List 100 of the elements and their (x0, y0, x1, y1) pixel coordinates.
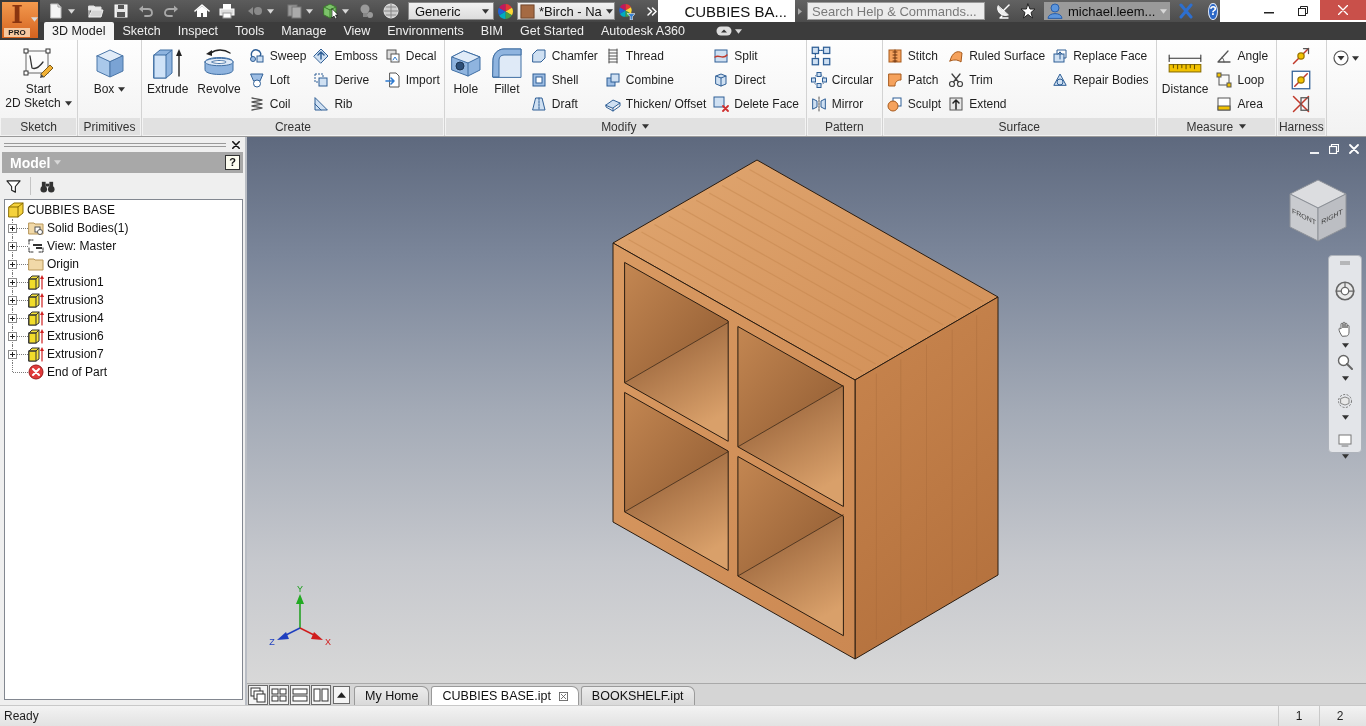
tree-item[interactable]: Origin (28, 256, 81, 272)
tool-button[interactable]: Extend (948, 92, 1007, 116)
tool-button[interactable]: Sculpt (886, 92, 942, 116)
ribbon-tab[interactable]: Tools (227, 22, 273, 40)
tool-button[interactable]: Extrude (146, 40, 190, 118)
double-chevron-icon[interactable] (647, 6, 658, 16)
restore-icon[interactable] (1298, 6, 1308, 16)
help-button[interactable]: ? (1208, 2, 1218, 20)
tool-button[interactable]: Patch (886, 68, 939, 92)
hand-icon[interactable] (1337, 321, 1353, 337)
expander-icon[interactable] (8, 349, 17, 359)
caret-icon[interactable] (735, 28, 742, 34)
star-icon[interactable] (1020, 3, 1036, 19)
help-button[interactable]: ? (225, 155, 240, 170)
tool-button[interactable]: Direct (713, 68, 766, 92)
tree-item[interactable]: Extrusion4 (28, 310, 106, 326)
color-wheel-icon[interactable] (497, 2, 514, 20)
expander-icon[interactable] (8, 331, 17, 341)
tool-button[interactable]: Delete Face (713, 92, 799, 116)
tool-button[interactable]: Derive (313, 68, 370, 92)
caret-icon[interactable] (1239, 124, 1247, 129)
caret-icon[interactable] (342, 8, 349, 14)
cascade-windows-icon[interactable] (248, 684, 268, 705)
tool-button[interactable]: Circular (810, 68, 874, 92)
tool-button[interactable]: Draft (530, 92, 578, 116)
cube-ring-icon[interactable] (1337, 393, 1353, 409)
document-tab[interactable]: BOOKSHELF.ipt (580, 686, 695, 705)
tool-button[interactable]: Angle (1216, 44, 1269, 68)
caret-icon[interactable] (1341, 343, 1349, 348)
expander-icon[interactable] (8, 313, 17, 323)
ribbon-tab[interactable]: Get Started (511, 22, 592, 40)
ribbon-tab[interactable]: Autodesk A360 (592, 22, 693, 40)
ribbon-tab[interactable]: 3D Model (44, 22, 114, 40)
ribbon-tab[interactable]: View (335, 22, 379, 40)
tool-button[interactable]: Trim (948, 68, 993, 92)
tool-button[interactable]: Thicken/ Offset (604, 92, 707, 116)
save-icon[interactable] (113, 3, 129, 19)
tree-item[interactable]: Extrusion7 (28, 346, 106, 362)
tool-button[interactable]: Replace Face (1052, 44, 1148, 68)
stacked-windows-icon[interactable] (290, 684, 310, 705)
tool-button[interactable]: Start 2D Sketch (4, 40, 73, 118)
tool-button[interactable]: Box (92, 40, 127, 118)
panel-title[interactable]: Modify (601, 119, 637, 134)
tool-button[interactable]: Stitch (886, 44, 938, 68)
caret-icon[interactable] (68, 8, 75, 14)
caret-icon[interactable] (1341, 376, 1349, 381)
minimize-icon[interactable] (1264, 12, 1274, 14)
panel-title[interactable]: Measure (1186, 119, 1234, 134)
satellite-dish-icon[interactable] (996, 3, 1012, 19)
tree-item[interactable]: CUBBIES BASE (8, 202, 118, 218)
grip-icon[interactable] (1340, 261, 1350, 265)
undo-icon[interactable] (138, 3, 154, 19)
expander-icon[interactable] (8, 277, 17, 287)
wheel-icon[interactable] (1335, 281, 1355, 301)
tool-button[interactable]: Rib (313, 92, 353, 116)
tree-item[interactable]: End of Part (28, 364, 110, 380)
folder-icon[interactable] (88, 3, 104, 19)
tool-button[interactable]: Ruled Surface (948, 44, 1046, 68)
caret-icon[interactable] (267, 8, 274, 14)
expander-icon[interactable] (8, 259, 17, 269)
printer-icon[interactable] (219, 3, 235, 19)
pill-icon[interactable] (716, 26, 732, 36)
document-tab[interactable]: CUBBIES BASE.ipt (431, 686, 579, 705)
expander-icon[interactable] (8, 241, 17, 251)
tool-button[interactable]: Import (384, 68, 440, 92)
caret-icon[interactable] (306, 8, 313, 14)
tool-button[interactable]: Revolve (196, 40, 242, 118)
tree-item[interactable]: Extrusion6 (28, 328, 106, 344)
close-box-icon[interactable] (558, 691, 568, 701)
document-icon[interactable] (48, 3, 64, 19)
caret-right-icon[interactable] (798, 7, 802, 15)
tool-button[interactable]: Loft (248, 68, 290, 92)
side-by-side-windows-icon[interactable] (311, 684, 331, 705)
tool-button[interactable]: Coil (248, 92, 291, 116)
tree-item[interactable]: Extrusion1 (28, 274, 106, 290)
tool-button[interactable]: Decal (384, 44, 437, 68)
ribbon-tab[interactable]: Environments (379, 22, 472, 40)
ribbon-tab[interactable]: Inspect (169, 22, 227, 40)
tool-button[interactable]: Loop (1216, 68, 1265, 92)
ribbon-tab[interactable]: BIM (472, 22, 511, 40)
tool-button[interactable]: Thread (604, 44, 664, 68)
tree-item[interactable]: Solid Bodies(1) (28, 220, 131, 236)
cube-cursor-icon[interactable] (322, 3, 338, 19)
tool-button[interactable]: Area (1216, 92, 1263, 116)
tool-button[interactable] (1291, 68, 1312, 92)
tool-button[interactable]: Mirror (810, 92, 864, 116)
redo-icon[interactable] (163, 3, 179, 19)
expander-icon[interactable] (8, 295, 17, 305)
application-menu-button[interactable]: I PRO (0, 0, 40, 40)
tool-button[interactable]: Combine (604, 68, 674, 92)
user-menu-button[interactable]: michael.leem... (1044, 2, 1171, 20)
globe-icon[interactable] (383, 3, 399, 19)
home-icon[interactable] (194, 3, 210, 19)
tool-button[interactable]: Repair Bodies (1052, 68, 1149, 92)
tool-button[interactable]: Fillet (489, 40, 524, 118)
panel-options-button[interactable] (1333, 48, 1360, 68)
tab-list-button[interactable] (333, 685, 350, 704)
bulb-icon[interactable] (358, 3, 374, 19)
filter-icon[interactable] (6, 178, 21, 194)
tool-button[interactable]: Emboss (313, 44, 378, 68)
